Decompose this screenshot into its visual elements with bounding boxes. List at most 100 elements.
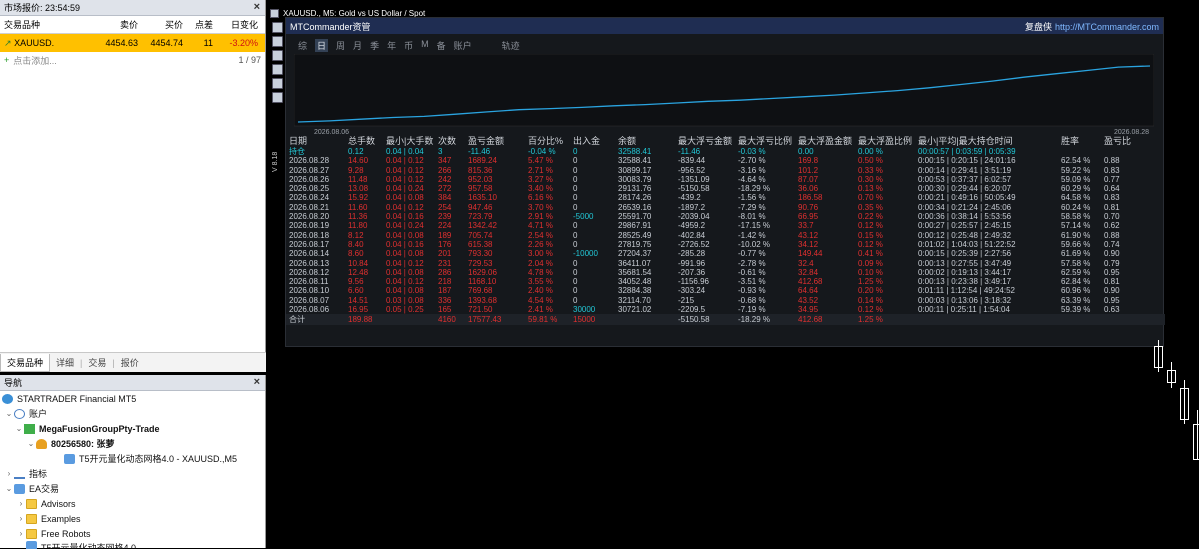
tree-item-accounts[interactable]: ⌄ 账户 xyxy=(0,406,265,421)
candle xyxy=(1154,346,1163,368)
symbol-row-xauusd[interactable]: ↗ XAUUSD. 4454.63 4454.74 11 -3.20% xyxy=(0,34,265,52)
cell: -2.78 % xyxy=(738,258,766,268)
tree-item-server[interactable]: ⌄ MegaFusionGroupPty-Trade xyxy=(0,421,265,436)
cell: 0.09 % xyxy=(858,258,883,268)
tab-ticks[interactable]: 报价 xyxy=(115,356,145,369)
cell: 34052.48 xyxy=(618,277,652,287)
table-row[interactable]: 2026.08.06 16.95 0.05 | 0.25 165 721.50 2.41 … xyxy=(286,305,1165,314)
chevron-down-icon[interactable]: ⌄ xyxy=(14,424,24,433)
tree-item-broker[interactable]: STARTRADER Financial MT5 xyxy=(0,391,265,406)
cell: 11.36 xyxy=(348,212,368,222)
tree-item-indicators[interactable]: › 指标 xyxy=(0,466,265,481)
toolbar-report-icon[interactable] xyxy=(272,78,283,89)
tab-details[interactable]: 详细 xyxy=(50,356,80,369)
cell: -207.36 xyxy=(678,267,706,277)
chevron-right-icon[interactable]: › xyxy=(4,469,14,478)
cell: 12.48 xyxy=(348,267,369,277)
cell: 2026.08.14 xyxy=(289,249,330,259)
table-row[interactable]: 2026.08.25 13.08 0.04 | 0.24 272 957.58 3.40 … xyxy=(286,184,1165,193)
cell: 58.58 % xyxy=(1061,212,1091,222)
col-bid[interactable]: 卖价 xyxy=(88,18,138,31)
toolbar-export-icon[interactable] xyxy=(272,64,283,75)
cell: 0:00:12 | 0:25:48 | 2:49:32 xyxy=(918,230,1012,240)
cell: 2.40 % xyxy=(528,286,553,296)
add-symbol-row[interactable]: + 点击添加... 1 / 97 xyxy=(0,52,265,68)
cell: -1351.09 xyxy=(678,174,710,184)
tab-magic[interactable]: M xyxy=(421,39,429,52)
tab-quarter[interactable]: 季 xyxy=(370,39,379,52)
table-row[interactable]: 2026.08.26 11.48 0.04 | 0.12 242 952.03 3.27 … xyxy=(286,175,1165,184)
tree-item-account[interactable]: ⌄ 80256580: 张萝 xyxy=(0,436,265,451)
table-row[interactable]: 2026.08.11 9.56 0.04 | 0.12 218 1168.10 3.55 … xyxy=(286,277,1165,286)
cell: -17.15 % xyxy=(738,221,771,231)
table-row[interactable]: 2026.08.07 14.51 0.03 | 0.08 336 1393.68 4.54… xyxy=(286,296,1165,305)
toolbar-trade-icon[interactable] xyxy=(272,22,283,33)
chevron-down-icon[interactable]: ⌄ xyxy=(4,484,14,493)
tab-currency[interactable]: 币 xyxy=(404,39,413,52)
mtc-url-link[interactable]: 复盘侠 http://MTCommander.com xyxy=(1025,20,1159,33)
col-change[interactable]: 日变化 xyxy=(213,18,261,31)
cell: -11.46 xyxy=(678,147,701,156)
tab-day[interactable]: 日 xyxy=(315,39,329,52)
table-row[interactable]: 2026.08.21 11.60 0.04 | 0.12 254 947.46 3.70 … xyxy=(286,203,1165,212)
tree-item-experts[interactable]: ⌄ EA交易 xyxy=(0,481,265,496)
table-row[interactable]: 2026.08.24 15.92 0.04 | 0.08 384 1635.10 6.16… xyxy=(286,193,1165,202)
navigator-title: 导航 xyxy=(4,378,23,388)
cell: 0 xyxy=(573,239,578,249)
tab-account[interactable]: 账户 xyxy=(454,39,472,52)
cell: 0.70 % xyxy=(858,193,883,203)
cell: 3.70 % xyxy=(528,202,553,212)
close-icon[interactable]: × xyxy=(254,1,260,13)
tab-month[interactable]: 月 xyxy=(353,39,362,52)
cell: 30721.02 xyxy=(618,305,652,315)
col-ask[interactable]: 买价 xyxy=(138,18,183,31)
tree-item-free-robots[interactable]: › Free Robots xyxy=(0,526,265,541)
col-spread[interactable]: 点差 xyxy=(183,18,213,31)
cell: 0 xyxy=(573,258,578,268)
col-header-11: 最大浮盈比例 xyxy=(858,136,913,146)
table-row[interactable]: 2026.08.20 11.36 0.04 | 0.16 239 723.79 2.91 … xyxy=(286,212,1165,221)
toolbar-grid-icon[interactable] xyxy=(272,92,283,103)
close-icon[interactable]: × xyxy=(254,376,260,388)
table-row[interactable]: 2026.08.12 12.48 0.04 | 0.08 286 1629.06 4.78… xyxy=(286,268,1165,277)
tab-summary[interactable]: 综 xyxy=(298,39,307,52)
tab-year[interactable]: 年 xyxy=(387,39,396,52)
cell: 32.4 xyxy=(798,258,814,268)
table-row[interactable]: 2026.08.27 9.28 0.04 | 0.12 266 815.36 2.71 %… xyxy=(286,166,1165,175)
table-row[interactable]: 2026.08.13 10.84 0.04 | 0.12 231 729.53 2.04 … xyxy=(286,259,1165,268)
tab-trading[interactable]: 交易 xyxy=(82,356,112,369)
date-start-label: 2026.08.06 xyxy=(314,129,349,136)
toolbar-history-icon[interactable] xyxy=(272,50,283,61)
cell: 0.50 % xyxy=(858,156,883,166)
chevron-down-icon[interactable]: ⌄ xyxy=(26,439,36,448)
tree-item-advisors[interactable]: › Advisors xyxy=(0,496,265,511)
table-row[interactable]: 2026.08.14 8.60 0.04 | 0.08 201 793.30 3.00 %… xyxy=(286,249,1165,258)
cell: -10000 xyxy=(573,249,598,259)
table-row[interactable]: 2026.08.28 14.60 0.04 | 0.12 347 1689.24 5.47… xyxy=(286,156,1165,165)
cell: 0.04 | 0.16 xyxy=(386,212,424,222)
table-row[interactable]: 2026.08.18 8.12 0.04 | 0.08 189 705.74 2.54 %… xyxy=(286,231,1165,240)
chevron-right-icon[interactable]: › xyxy=(16,499,26,508)
tab-symbols[interactable]: 交易品种 xyxy=(0,353,51,372)
tree-item-ea-running[interactable]: T5开元量化动态网格4.0 - XAUUSD.,M5 xyxy=(0,451,265,466)
table-row[interactable]: 2026.08.17 8.40 0.04 | 0.16 176 615.38 2.26 %… xyxy=(286,240,1165,249)
cell: 8.60 xyxy=(348,249,364,259)
col-symbol[interactable]: 交易品种 xyxy=(0,18,88,31)
cell: 2026.08.18 xyxy=(289,230,330,240)
cell: 0.30 % xyxy=(858,174,883,184)
toolbar-settings-icon[interactable] xyxy=(272,36,283,47)
cell: 3 xyxy=(438,147,443,156)
table-row[interactable]: 2026.08.19 11.80 0.04 | 0.24 224 1342.42 4.71… xyxy=(286,221,1165,230)
tree-item-examples[interactable]: › Examples xyxy=(0,511,265,526)
table-row[interactable]: 2026.08.10 6.60 0.04 | 0.08 187 769.68 2.40 %… xyxy=(286,286,1165,295)
tab-week[interactable]: 周 xyxy=(336,39,345,52)
cell: -18.29 % xyxy=(738,184,771,194)
cell: 32.84 xyxy=(798,267,819,277)
tab-track[interactable]: 轨迹 xyxy=(502,39,520,52)
cell: 8.12 xyxy=(348,230,364,240)
tab-note[interactable]: 备 xyxy=(437,39,446,52)
chevron-right-icon[interactable]: › xyxy=(16,529,26,538)
chevron-right-icon[interactable]: › xyxy=(16,514,26,523)
user-icon xyxy=(36,438,47,449)
chevron-down-icon[interactable]: ⌄ xyxy=(4,409,14,418)
